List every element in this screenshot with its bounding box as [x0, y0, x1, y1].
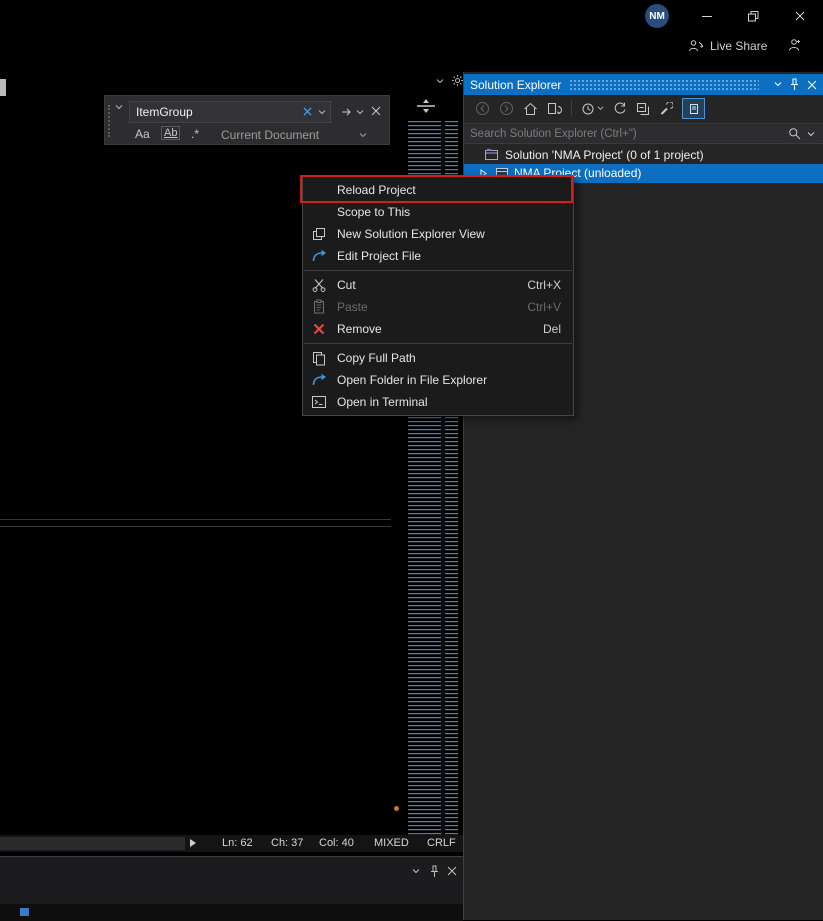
close-icon[interactable] [447, 866, 457, 876]
copy-icon [311, 350, 327, 366]
splitter-line[interactable] [0, 526, 391, 527]
header-grip [569, 79, 759, 90]
status-line: Ln: 62 [222, 837, 253, 849]
collapse-all-icon[interactable] [636, 102, 650, 116]
status-line-ending: CRLF [427, 837, 456, 849]
solution-explorer-header[interactable]: Solution Explorer [464, 74, 823, 95]
solution-search-input[interactable] [464, 123, 823, 144]
panel-title: Solution Explorer [470, 78, 561, 92]
person-icon [787, 38, 801, 52]
tree-item-label: Solution 'NMA Project' (0 of 1 project) [505, 148, 704, 162]
preview-selected-items-toggle[interactable] [682, 98, 705, 119]
new-view-icon [311, 226, 327, 242]
split-handle-icon[interactable] [415, 98, 437, 114]
find-next-icon[interactable] [341, 107, 353, 117]
close-icon[interactable] [807, 80, 817, 90]
bottom-tool-panel [0, 856, 463, 920]
find-options-row: Aa Ab .* Current Document [105, 126, 391, 146]
expand-replace-chevron-icon[interactable] [115, 105, 123, 110]
close-button[interactable] [777, 0, 823, 32]
live-share-button[interactable]: Live Share [688, 36, 767, 56]
live-share-label: Live Share [710, 39, 767, 53]
editor-options-chevron-icon[interactable] [436, 79, 444, 84]
restore-button[interactable] [730, 0, 776, 32]
panel-options-chevron-icon[interactable] [412, 869, 420, 874]
scroll-right-arrow-icon[interactable] [190, 839, 196, 847]
splitter-line[interactable] [0, 519, 391, 520]
context-menu: Reload Project Scope to This New Solutio… [302, 176, 574, 416]
pin-icon[interactable] [789, 78, 800, 91]
search-history-chevron-icon[interactable] [318, 110, 326, 115]
menu-item-open-in-terminal[interactable]: Open in Terminal [303, 391, 573, 413]
close-icon [795, 11, 805, 21]
editor-status-bar: Ln: 62 Ch: 37 Col: 40 MIXED CRLF [0, 835, 463, 852]
live-share-icon [688, 39, 704, 53]
match-case-toggle[interactable]: Aa [135, 127, 150, 141]
open-folder-arrow-icon [311, 372, 327, 388]
minimize-icon [702, 16, 712, 17]
toolbar-separator [571, 101, 572, 116]
horizontal-scrollbar-thumb[interactable] [0, 837, 185, 850]
window-position-chevron-icon[interactable] [774, 82, 782, 87]
panel-marker [20, 908, 29, 916]
scrollbar-marker [394, 806, 399, 811]
search-icon[interactable] [788, 127, 801, 140]
menu-item-reload-project[interactable]: Reload Project [303, 179, 573, 201]
menu-item-copy-full-path[interactable]: Copy Full Path [303, 347, 573, 369]
tree-item-solution[interactable]: Solution 'NMA Project' (0 of 1 project) [464, 145, 823, 164]
solution-search [464, 123, 823, 144]
sync-with-active-document-icon[interactable] [547, 102, 562, 116]
search-options-chevron-icon[interactable] [807, 132, 815, 137]
refresh-icon[interactable] [613, 102, 627, 116]
solution-icon [484, 148, 499, 162]
menu-item-open-folder-in-file-explorer[interactable]: Open Folder in File Explorer [303, 369, 573, 391]
clipboard-icon [311, 299, 327, 315]
document-icon [688, 103, 700, 115]
edit-project-file-icon [311, 248, 327, 264]
menu-item-scope-to-this[interactable]: Scope to This [303, 201, 573, 223]
solution-explorer-toolbar [464, 95, 823, 122]
account-avatar[interactable]: NM [645, 4, 669, 28]
status-column: Col: 40 [319, 837, 354, 849]
menu-separator [304, 270, 572, 271]
forward-icon[interactable] [499, 101, 514, 116]
menu-item-paste[interactable]: Paste Ctrl+V [303, 296, 573, 318]
remove-x-icon [311, 321, 327, 337]
restore-icon [748, 11, 759, 22]
whole-word-toggle[interactable]: Ab [161, 126, 180, 140]
find-bar: Aa Ab .* Current Document [104, 95, 390, 145]
scissors-icon [311, 277, 327, 293]
properties-wrench-icon[interactable] [659, 102, 673, 116]
menu-item-remove[interactable]: Remove Del [303, 318, 573, 340]
close-find-icon[interactable] [371, 106, 381, 116]
scope-chevron-icon[interactable] [359, 133, 367, 138]
terminal-icon [311, 394, 327, 410]
find-input[interactable] [129, 101, 331, 123]
pending-changes-filter-icon[interactable] [581, 102, 604, 116]
status-char: Ch: 37 [271, 837, 303, 849]
back-icon[interactable] [475, 101, 490, 116]
home-icon[interactable] [523, 102, 538, 116]
editor-margin-block [0, 79, 6, 96]
menu-item-edit-project-file[interactable]: Edit Project File [303, 245, 573, 267]
minimize-button[interactable] [684, 0, 730, 32]
clear-search-icon[interactable] [303, 107, 312, 116]
pin-icon[interactable] [429, 865, 440, 878]
menu-separator [304, 343, 572, 344]
status-encoding: MIXED [374, 837, 409, 849]
panel-scrollbar[interactable] [0, 904, 463, 921]
feedback-button[interactable] [787, 38, 801, 52]
menu-item-cut[interactable]: Cut Ctrl+X [303, 274, 573, 296]
find-options-chevron-icon[interactable] [356, 110, 364, 115]
regex-toggle[interactable]: .* [191, 127, 199, 141]
menu-item-new-solution-explorer-view[interactable]: New Solution Explorer View [303, 223, 573, 245]
search-scope-dropdown[interactable]: Current Document [221, 128, 319, 142]
